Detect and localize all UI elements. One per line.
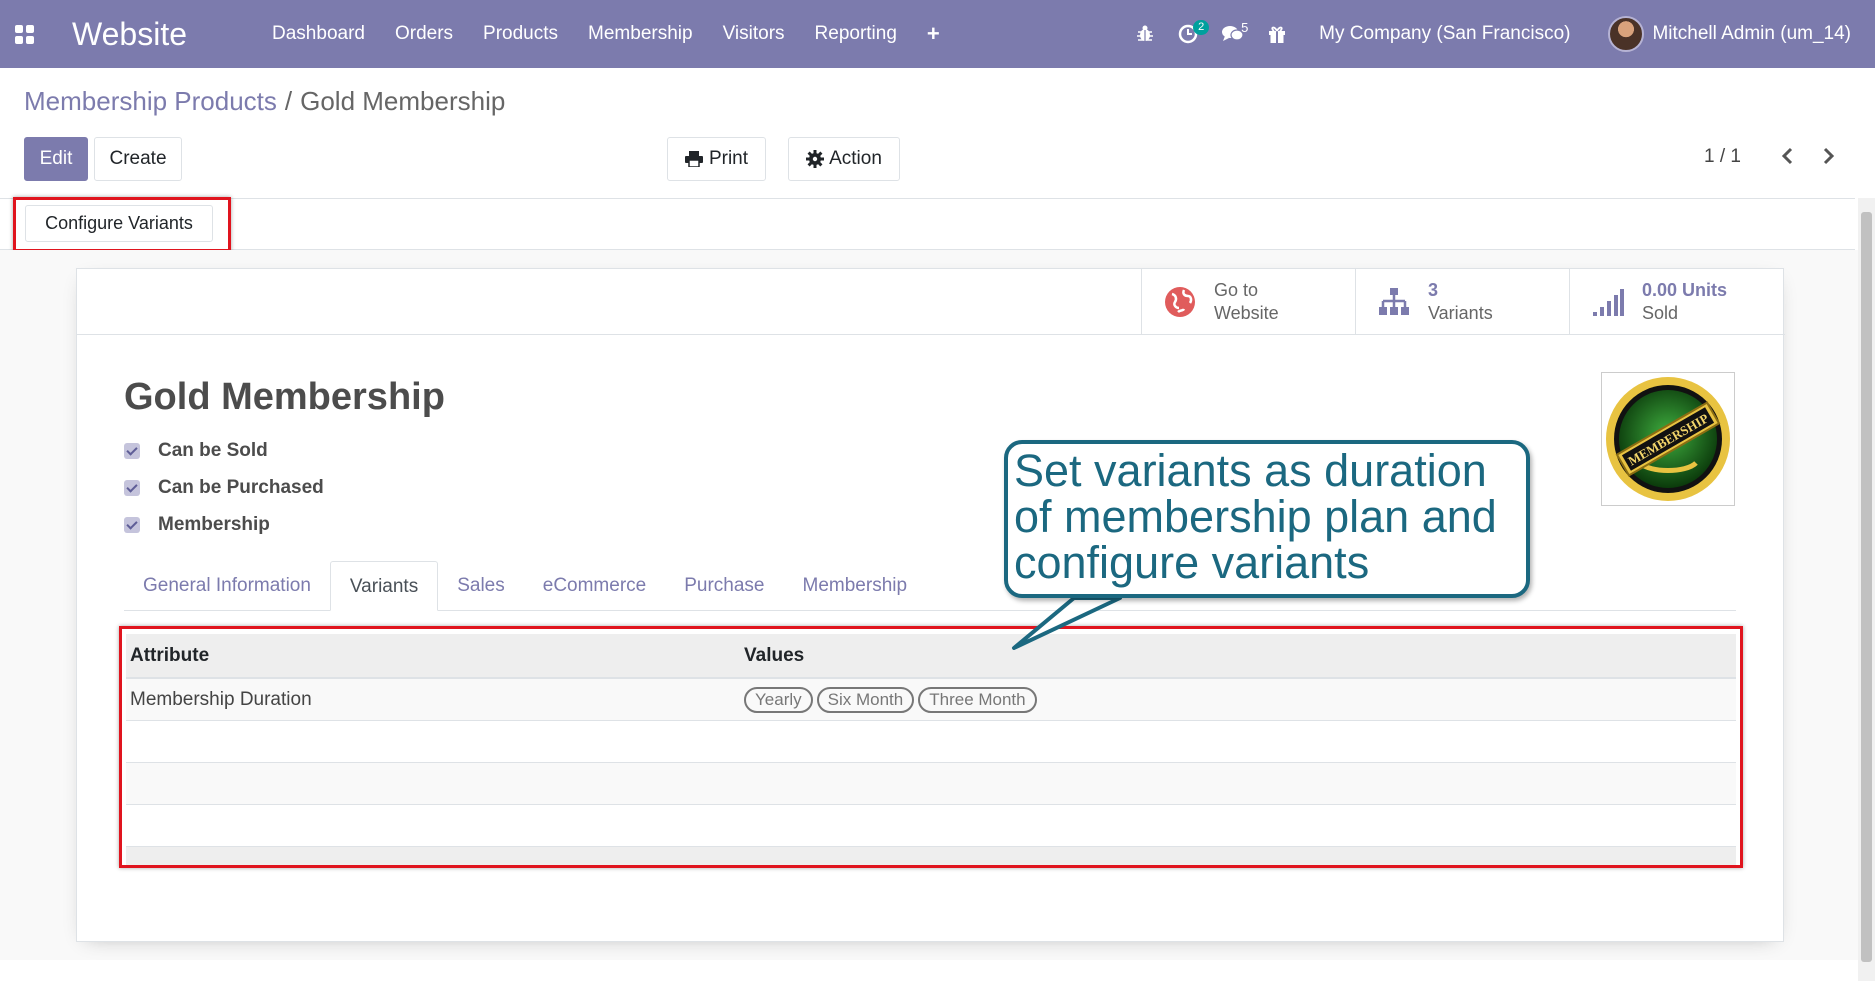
avatar bbox=[1608, 16, 1645, 52]
signal-bars-icon bbox=[1593, 289, 1624, 316]
membership-row: Membership bbox=[124, 514, 270, 536]
gift-icon[interactable] bbox=[1255, 0, 1299, 68]
membership-badge-icon: MEMBERSHIP bbox=[1606, 377, 1730, 501]
highlight-variants-table bbox=[119, 626, 1743, 868]
sold-label: Sold bbox=[1642, 303, 1679, 323]
highlight-configure-variants bbox=[13, 197, 231, 252]
create-button[interactable]: Create bbox=[94, 137, 182, 181]
systray: 2 5 My Company (San Francisco) Mitchell … bbox=[1123, 0, 1875, 68]
sold-value: 0.00 Units bbox=[1642, 280, 1728, 300]
sold-smart-button[interactable]: 0.00 Units Sold bbox=[1569, 269, 1783, 335]
can-be-purchased-row: Can be Purchased bbox=[124, 477, 324, 499]
menu-membership[interactable]: Membership bbox=[573, 0, 708, 68]
tab-ecommerce[interactable]: eCommerce bbox=[524, 561, 665, 611]
apps-menu-icon[interactable] bbox=[0, 0, 48, 68]
print-label: Print bbox=[708, 148, 749, 169]
messages-badge: 5 bbox=[1241, 20, 1249, 35]
can-be-purchased-checkbox[interactable] bbox=[124, 480, 140, 496]
tab-variants[interactable]: Variants bbox=[329, 561, 439, 611]
activity-clock-icon[interactable]: 2 bbox=[1167, 0, 1211, 68]
user-name: Mitchell Admin (um_14) bbox=[1652, 23, 1851, 44]
pager-value[interactable]: 1 / 1 bbox=[1704, 146, 1741, 168]
can-be-purchased-label: Can be Purchased bbox=[158, 477, 324, 498]
top-navbar: Website Dashboard Orders Products Member… bbox=[0, 0, 1875, 68]
user-menu[interactable]: Mitchell Admin (um_14) bbox=[1608, 16, 1851, 52]
edit-button[interactable]: Edit bbox=[24, 137, 88, 181]
chevron-right-icon[interactable] bbox=[1816, 144, 1840, 168]
form-statusbar bbox=[0, 198, 1855, 250]
website-line1: Go to bbox=[1214, 280, 1259, 300]
smart-button-box: Go to Website 3 Variants 0.00 Units Sold bbox=[1141, 269, 1783, 335]
product-image[interactable]: MEMBERSHIP bbox=[1601, 372, 1735, 506]
tab-general-information[interactable]: General Information bbox=[124, 561, 330, 611]
print-icon bbox=[684, 151, 703, 167]
membership-checkbox[interactable] bbox=[124, 517, 140, 533]
membership-label: Membership bbox=[158, 514, 270, 535]
scrollbar[interactable] bbox=[1858, 198, 1875, 981]
bug-icon[interactable] bbox=[1123, 0, 1167, 68]
tab-purchase[interactable]: Purchase bbox=[665, 561, 783, 611]
can-be-sold-label: Can be Sold bbox=[158, 440, 268, 461]
breadcrumb-current: Gold Membership bbox=[300, 86, 506, 116]
chevron-left-icon[interactable] bbox=[1776, 144, 1800, 168]
scrollbar-thumb[interactable] bbox=[1861, 212, 1872, 962]
messages-icon[interactable]: 5 bbox=[1211, 0, 1255, 68]
action-label: Action bbox=[829, 148, 882, 169]
go-to-website-button[interactable]: Go to Website bbox=[1141, 269, 1355, 335]
menu-orders[interactable]: Orders bbox=[380, 0, 468, 68]
callout-pointer bbox=[1012, 594, 1122, 650]
tab-membership[interactable]: Membership bbox=[784, 561, 927, 611]
breadcrumb-separator: / bbox=[284, 86, 293, 116]
website-line2: Website bbox=[1214, 303, 1279, 323]
breadcrumb: Membership Products / Gold Membership bbox=[24, 86, 505, 117]
menu-reporting[interactable]: Reporting bbox=[800, 0, 912, 68]
activity-badge: 2 bbox=[1193, 20, 1210, 35]
can-be-sold-checkbox[interactable] bbox=[124, 443, 140, 459]
variants-smart-button[interactable]: 3 Variants bbox=[1355, 269, 1569, 335]
main-menu: Dashboard Orders Products Membership Vis… bbox=[257, 0, 955, 68]
company-switcher[interactable]: My Company (San Francisco) bbox=[1319, 23, 1570, 45]
callout-text: Set variants as duration of membership p… bbox=[1014, 445, 1497, 588]
plus-icon[interactable]: + bbox=[912, 0, 955, 68]
menu-visitors[interactable]: Visitors bbox=[708, 0, 800, 68]
sitemap-icon bbox=[1379, 288, 1409, 315]
annotation-callout: Set variants as duration of membership p… bbox=[1004, 440, 1530, 598]
print-button[interactable]: Print bbox=[667, 137, 766, 181]
action-button[interactable]: Action bbox=[788, 137, 900, 181]
breadcrumb-parent[interactable]: Membership Products bbox=[24, 86, 277, 116]
variants-label: Variants bbox=[1428, 303, 1493, 323]
globe-icon bbox=[1165, 287, 1195, 317]
tab-sales[interactable]: Sales bbox=[438, 561, 524, 611]
app-brand[interactable]: Website bbox=[72, 16, 187, 53]
menu-dashboard[interactable]: Dashboard bbox=[257, 0, 380, 68]
menu-products[interactable]: Products bbox=[468, 0, 573, 68]
gear-icon bbox=[806, 150, 825, 168]
can-be-sold-row: Can be Sold bbox=[124, 440, 268, 462]
product-name[interactable]: Gold Membership bbox=[124, 376, 445, 419]
variants-count: 3 bbox=[1428, 280, 1439, 300]
